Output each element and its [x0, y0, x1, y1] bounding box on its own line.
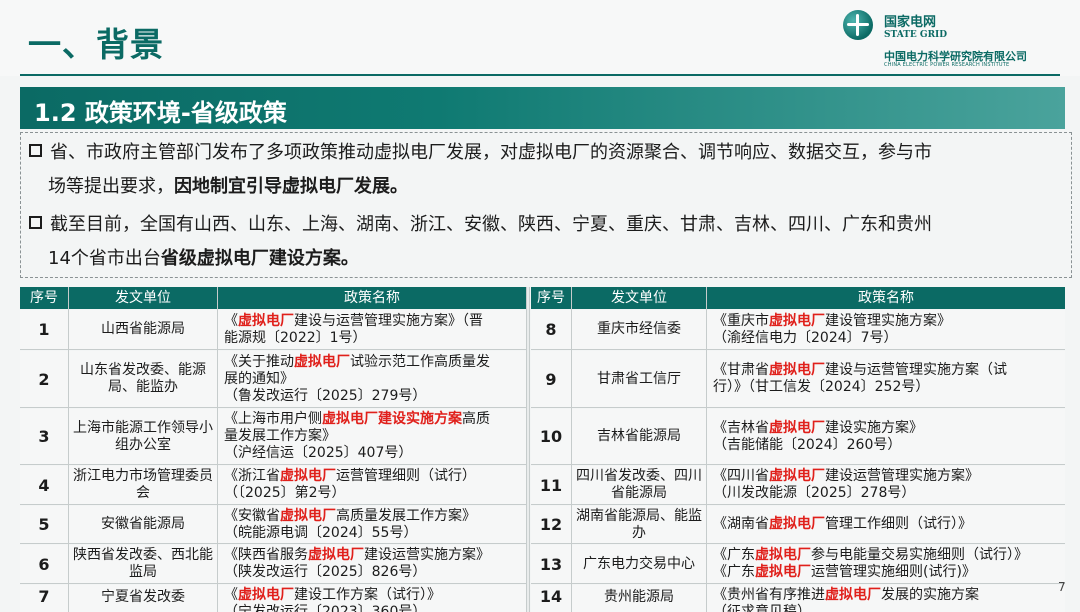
- row-11-num: 11: [531, 466, 571, 505]
- header-policy-right: 政策名称: [707, 287, 1065, 309]
- column-divider: [706, 287, 707, 612]
- row-9-unit: 甘肃省工信厅: [572, 351, 706, 408]
- header-unit-left: 发文单位: [69, 287, 217, 309]
- square-bullet-icon: [29, 144, 42, 157]
- row-7-num: 7: [20, 585, 68, 612]
- logo-cn-text: 国家电网: [884, 15, 937, 30]
- state-grid-emblem-icon: [843, 10, 873, 40]
- row-3-num: 3: [20, 409, 68, 465]
- row-2-policy: 《关于推动虚拟电厂试验示范工作高质量发 展的通知》 （鲁发改运行〔2025〕279号…: [218, 351, 526, 408]
- row-10-unit: 吉林省能源局: [572, 409, 706, 465]
- row-8-policy: 《重庆市虚拟电厂建设管理实施方案》 （渝经信电力〔2024〕7号）: [707, 310, 1065, 350]
- row-4-num: 4: [20, 466, 68, 505]
- row-7-unit: 宁夏省发改委: [69, 585, 217, 612]
- logo-en-text: STATE GRID: [884, 30, 948, 40]
- header: 一、背景 国家电网 STATE GRID 中国电力科学研究院有限公司 CHINA…: [0, 0, 1080, 76]
- row-6-num: 6: [20, 545, 68, 584]
- row-4-policy: 《浙江省虚拟电厂运营管理细则（试行） （〔2025〕第2号）: [218, 466, 526, 505]
- row-8-num: 8: [531, 310, 571, 350]
- row-6-unit: 陕西省发改委、西北能监局: [69, 545, 217, 584]
- column-divider: [68, 287, 69, 612]
- header-policy-left: 政策名称: [218, 287, 526, 309]
- summary-box: 省、市政府主管部门发布了多项政策推动虚拟电厂发展，对虚拟电厂的资源聚合、调节响应…: [20, 132, 1072, 278]
- bullet-1-line-2: 场等提出要求，因地制宜引导虚拟电厂发展。: [48, 176, 408, 197]
- row-4-unit: 浙江电力市场管理委员会: [69, 466, 217, 505]
- row-8-unit: 重庆市经信委: [572, 310, 706, 350]
- page-number: 7: [1058, 580, 1066, 594]
- header-num-right: 序号: [531, 287, 571, 309]
- row-10-num: 10: [531, 409, 571, 465]
- page-title: 一、背景: [28, 25, 164, 64]
- column-divider: [526, 287, 530, 612]
- bullet-2-line-1: 截至目前，全国有山西、山东、上海、湖南、浙江、安徽、陕西、宁夏、重庆、甘肃、吉林…: [29, 209, 932, 241]
- row-13-num: 13: [531, 545, 571, 584]
- row-12-unit: 湖南省能源局、能监办: [572, 506, 706, 544]
- row-1-policy: 《虚拟电厂建设与运营管理实施方案》（晋 能源规〔2022〕1号）: [218, 310, 526, 350]
- bullet-1-line-1: 省、市政府主管部门发布了多项政策推动虚拟电厂发展，对虚拟电厂的资源聚合、调节响应…: [29, 137, 932, 169]
- row-3-policy: 《上海市用户侧虚拟电厂建设实施方案高质 量发展工作方案》 （沪经信运〔2025〕40…: [218, 409, 526, 465]
- row-11-policy: 《四川省虚拟电厂建设运营管理实施方案》 （川发改能源〔2025〕278号）: [707, 466, 1065, 505]
- column-divider: [571, 287, 572, 612]
- square-bullet-icon: [29, 216, 42, 229]
- policy-table: 序号 发文单位 政策名称 序号 发文单位 政策名称 1 山西省能源局 《虚拟电厂…: [20, 287, 1065, 612]
- row-7-policy: 《虚拟电厂建设工作方案（试行）》 （宁发改运行〔2023〕360号）: [218, 585, 526, 612]
- row-11-unit: 四川省发改委、四川省能源局: [572, 466, 706, 505]
- row-13-unit: 广东电力交易中心: [572, 545, 706, 584]
- row-13-policy: 《广东虚拟电厂参与电能量交易实施细则（试行）》 《广东虚拟电厂运营管理实施细则(试…: [707, 545, 1065, 584]
- row-9-policy: 《甘肃省虚拟电厂建设与运营管理实施方案（试 行）》（甘工信发〔2024〕252号）: [707, 351, 1065, 408]
- row-5-num: 5: [20, 506, 68, 544]
- row-9-num: 9: [531, 351, 571, 408]
- section-bar: 1.2 政策环境-省级政策: [20, 87, 1065, 129]
- bullet-2-line-2: 14个省市出台省级虚拟电厂建设方案。: [48, 248, 359, 269]
- row-2-num: 2: [20, 351, 68, 408]
- row-1-num: 1: [20, 310, 68, 350]
- header-unit-right: 发文单位: [572, 287, 706, 309]
- row-6-policy: 《陕西省服务虚拟电厂建设运营实施方案》 （陕发改运行〔2025〕826号）: [218, 545, 526, 584]
- row-12-policy: 《湖南省虚拟电厂管理工作细则（试行）》: [707, 506, 1065, 544]
- row-14-unit: 贵州能源局: [572, 585, 706, 612]
- row-14-num: 14: [531, 585, 571, 612]
- row-10-policy: 《吉林省虚拟电厂建设实施方案》 （吉能储能〔2024〕260号）: [707, 409, 1065, 465]
- header-num-left: 序号: [20, 287, 68, 309]
- header-divider: [20, 74, 1060, 76]
- row-5-unit: 安徽省能源局: [69, 506, 217, 544]
- column-divider: [217, 287, 218, 612]
- row-1-unit: 山西省能源局: [69, 310, 217, 350]
- state-grid-logo: 国家电网 STATE GRID 中国电力科学研究院有限公司 CHINA ELEC…: [843, 8, 1068, 68]
- row-3-unit: 上海市能源工作领导小组办公室: [69, 409, 217, 465]
- row-2-unit: 山东省发改委、能源局、能监办: [69, 351, 217, 408]
- institute-name-en: CHINA ELECTRIC POWER RESEARCH INSTITUTE: [884, 62, 1010, 68]
- section-title: 1.2 政策环境-省级政策: [34, 99, 287, 127]
- row-12-num: 12: [531, 506, 571, 544]
- row-5-policy: 《安徽省虚拟电厂高质量发展工作方案》 （皖能源电调〔2024〕55号）: [218, 506, 526, 544]
- row-14-policy: 《贵州省有序推进虚拟电厂发展的实施方案 （征求意见稿）: [707, 585, 1065, 612]
